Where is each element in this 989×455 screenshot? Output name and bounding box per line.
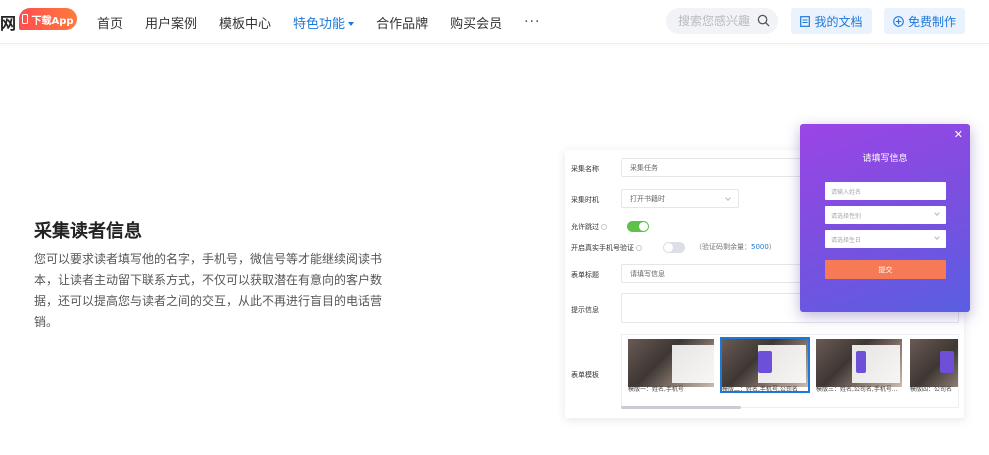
label-collection-timing: 采集时机 [571, 196, 599, 204]
plus-circle-icon [893, 15, 904, 27]
template-purple-form [856, 351, 866, 373]
allow-skip-toggle[interactable] [627, 221, 649, 232]
allow-skip-text: 允许跳过 [571, 223, 599, 231]
free-create-button[interactable]: 免费制作 [884, 8, 965, 34]
label-form-title: 表单标题 [571, 271, 599, 279]
more-menu-button[interactable]: ··· [524, 14, 540, 30]
label-template: 表单模板 [571, 371, 599, 379]
download-app-label: 下载App [31, 15, 74, 27]
template-scrollbar[interactable] [621, 406, 741, 409]
popup-gender-placeholder: 请选择性别 [831, 212, 862, 220]
collection-timing-select[interactable]: 打开书籍时 [621, 189, 739, 208]
site-logo-text[interactable]: 网 [0, 10, 16, 34]
popup-birthday-placeholder: 请选择生日 [831, 236, 862, 244]
my-documents-label: 我的文档 [814, 14, 863, 29]
form-title-field[interactable]: 请填写信息 [621, 264, 801, 283]
popup-name-placeholder: 请输入姓名 [831, 188, 862, 196]
free-create-label: 免费制作 [907, 14, 956, 29]
popup-title: 请填写信息 [862, 154, 908, 164]
info-popup: ✕ 请填写信息 请输入姓名 请选择性别 请选择生日 提交 [800, 124, 970, 312]
help-icon [601, 224, 607, 230]
main-nav: 首页 用户案例 模板中心 特色功能 合作品牌 购买会员 ··· [97, 0, 562, 44]
template-caption-1: 模版一：姓名,手机号 [628, 386, 684, 393]
popup-name-input[interactable]: 请输入姓名 [825, 182, 946, 200]
label-collection-name: 采集名称 [571, 165, 599, 173]
popup-birthday-select[interactable]: 请选择生日 [825, 230, 946, 248]
search-input[interactable] [678, 14, 758, 28]
help-icon [636, 245, 642, 251]
nav-item-membership[interactable]: 购买会员 [450, 13, 502, 32]
collection-name-value: 采集任务 [630, 163, 658, 172]
verify-phone-toggle[interactable] [663, 242, 685, 253]
chevron-down-icon [725, 195, 731, 201]
search-box[interactable] [666, 8, 778, 34]
template-caption-3: 模版三：姓名,公司名,手机号... [816, 386, 898, 393]
verify-quota-note: （验证码剩余量：5000） [695, 242, 776, 252]
nav-item-partners[interactable]: 合作品牌 [376, 13, 428, 32]
label-allow-skip: 允许跳过 [571, 222, 607, 232]
nav-item-user-cases[interactable]: 用户案例 [145, 13, 197, 32]
label-hint: 提示信息 [571, 306, 599, 314]
phone-icon [22, 14, 29, 24]
feature-title: 采集读者信息 [34, 221, 142, 242]
verify-quota-prefix: （验证码剩余量： [695, 243, 751, 251]
nav-item-home[interactable]: 首页 [97, 13, 123, 32]
label-verify-phone: 开启真实手机号验证 [571, 243, 642, 253]
top-header: 网 下载App 首页 用户案例 模板中心 特色功能 合作品牌 购买会员 ··· … [0, 0, 989, 44]
download-app-button[interactable]: 下载App [19, 8, 77, 30]
popup-gender-select[interactable]: 请选择性别 [825, 206, 946, 224]
chevron-down-icon [934, 210, 940, 216]
my-documents-button[interactable]: 我的文档 [791, 8, 872, 34]
template-purple-form [758, 351, 772, 373]
chevron-down-icon [934, 234, 940, 240]
verify-quota-suffix: ） [768, 243, 776, 251]
template-form-panel [672, 345, 714, 383]
document-icon [800, 15, 811, 27]
nav-item-templates[interactable]: 模板中心 [219, 13, 271, 32]
template-purple-form [940, 351, 954, 373]
verify-quota-count: 5000 [751, 243, 769, 251]
template-caption-2: 模版二：姓名,手机号,公司名 [722, 386, 798, 393]
template-caption-4: 模版四：公司名 [910, 386, 953, 393]
verify-phone-text: 开启真实手机号验证 [571, 244, 634, 252]
close-icon[interactable]: ✕ [954, 128, 963, 141]
collection-name-field[interactable]: 采集任务 [621, 158, 801, 177]
template-gallery: 模版一：姓名,手机号 模版二：姓名,手机号,公司名 模版三：姓名,公司名,手机号… [621, 334, 959, 408]
collection-timing-value: 打开书籍时 [630, 194, 665, 203]
search-icon[interactable] [757, 14, 770, 27]
form-title-value: 请填写信息 [630, 269, 665, 278]
nav-item-features-label: 特色功能 [293, 16, 346, 32]
nav-item-features[interactable]: 特色功能 [293, 13, 355, 32]
caret-down-icon [348, 22, 355, 26]
popup-submit-button[interactable]: 提交 [825, 260, 946, 279]
feature-description: 您可以要求读者填写他的名字，手机号，微信号等才能继续阅读书本，让读者主动留下联系… [34, 252, 383, 329]
